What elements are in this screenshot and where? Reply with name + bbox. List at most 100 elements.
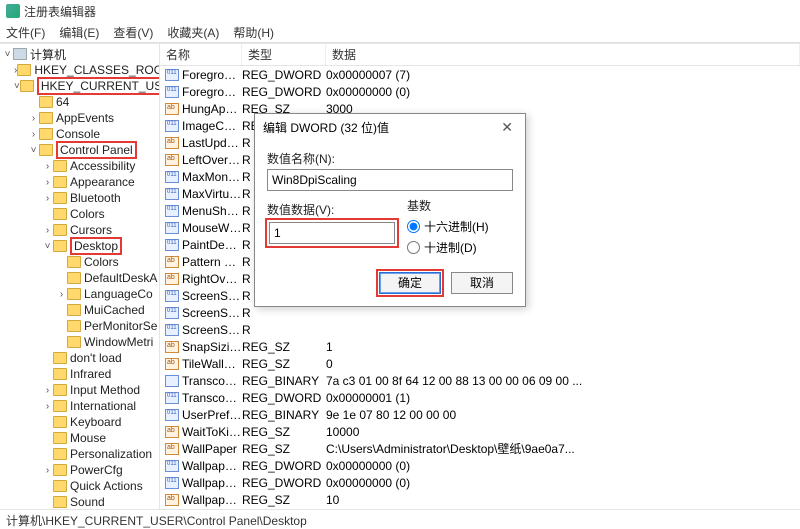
folder-icon <box>53 400 67 412</box>
value-name: UserPreferenc... <box>182 408 242 422</box>
dword-icon <box>165 86 179 98</box>
folder-icon <box>67 320 81 332</box>
tree-item[interactable]: Cursors <box>70 223 112 237</box>
tree-control-panel[interactable]: Control Panel <box>56 141 137 159</box>
expander-icon[interactable]: › <box>42 465 53 476</box>
cancel-button[interactable]: 取消 <box>451 272 513 294</box>
tree-item[interactable]: don't load <box>70 351 122 365</box>
expander-icon[interactable]: ˅ <box>28 145 39 156</box>
tree-item[interactable]: Colors <box>70 207 105 221</box>
string-icon <box>165 137 179 149</box>
radio-hex[interactable] <box>407 220 420 233</box>
tree-item[interactable]: Accessibility <box>70 159 135 173</box>
expander-icon[interactable]: › <box>28 129 39 140</box>
folder-icon <box>53 240 67 252</box>
table-row[interactable]: WallpaperOri...REG_DWORD0x00000000 (0) <box>160 474 800 491</box>
folder-icon <box>67 288 81 300</box>
menu-favorites[interactable]: 收藏夹(A) <box>167 24 219 41</box>
value-name: TileWallpaper <box>182 357 242 371</box>
folder-icon <box>67 256 81 268</box>
expander-icon[interactable]: › <box>42 385 53 396</box>
folder-icon <box>53 464 67 476</box>
string-icon <box>165 494 179 506</box>
table-row[interactable]: ForegroundLo...REG_DWORD0x00000000 (0) <box>160 83 800 100</box>
tree-item[interactable]: Mouse <box>70 431 106 445</box>
expander-icon[interactable]: › <box>42 161 53 172</box>
value-data: 0x00000000 (0) <box>326 85 800 99</box>
expander-icon[interactable]: › <box>42 193 53 204</box>
table-row[interactable]: ForegroundFla...REG_DWORD0x00000007 (7) <box>160 66 800 83</box>
value-name: TranscodedIm... <box>182 391 242 405</box>
value-type: REG_BINARY <box>242 408 326 422</box>
col-name[interactable]: 名称 <box>160 44 242 65</box>
expander-icon[interactable]: › <box>42 225 53 236</box>
menu-file[interactable]: 文件(F) <box>6 24 45 41</box>
expander-icon[interactable]: ˅ <box>42 241 53 252</box>
value-name: MouseWheelR... <box>182 221 242 235</box>
folder-icon <box>53 480 67 492</box>
value-name: MaxMonitorDi... <box>182 170 242 184</box>
tree-item[interactable]: Personalization <box>70 447 152 461</box>
tree-item[interactable]: PerMonitorSe <box>84 319 157 333</box>
tree-hkcu[interactable]: HKEY_CURRENT_USER <box>37 77 160 95</box>
radio-dec[interactable] <box>407 241 420 254</box>
table-row[interactable]: WallpaperOri...REG_DWORD0x00000000 (0) <box>160 457 800 474</box>
table-row[interactable]: UserPreferenc...REG_BINARY9e 1e 07 80 12… <box>160 406 800 423</box>
table-row[interactable]: ScreenSaveTi...R <box>160 321 800 338</box>
value-name: ImageColor <box>182 119 242 133</box>
dword-icon <box>165 324 179 336</box>
list-header: 名称 类型 数据 <box>160 44 800 66</box>
close-icon[interactable]: ✕ <box>497 119 517 136</box>
tree-item[interactable]: Appearance <box>70 175 135 189</box>
table-row[interactable]: SnapSizingREG_SZ1 <box>160 338 800 355</box>
value-data-input[interactable] <box>269 222 395 244</box>
menu-view[interactable]: 查看(V) <box>113 24 153 41</box>
dword-icon <box>165 477 179 489</box>
value-name: ScreenSaveTi... <box>182 323 242 337</box>
value-name: WaitToKillAp... <box>182 425 242 439</box>
expander-icon[interactable]: › <box>28 113 39 124</box>
expander-icon[interactable]: ˅ <box>2 49 13 60</box>
tree-desktop[interactable]: Desktop <box>70 237 122 255</box>
value-type: REG_SZ <box>242 493 326 507</box>
table-row[interactable]: WallPaperREG_SZC:\Users\Administrator\De… <box>160 440 800 457</box>
col-type[interactable]: 类型 <box>242 44 326 65</box>
expander-icon[interactable]: › <box>42 401 53 412</box>
tree-item[interactable]: Input Method <box>70 383 140 397</box>
table-row[interactable]: WallpaperStyleREG_SZ10 <box>160 491 800 508</box>
menu-edit[interactable]: 编辑(E) <box>59 24 99 41</box>
tree-root[interactable]: 计算机 <box>30 46 66 63</box>
tree-item[interactable]: DefaultDeskA <box>84 271 157 285</box>
tree-item[interactable]: Colors <box>84 255 119 269</box>
table-row[interactable]: WaitToKillAp...REG_SZ10000 <box>160 423 800 440</box>
table-row[interactable]: TranscodedIm...REG_BINARY7a c3 01 00 8f … <box>160 372 800 389</box>
tree-item[interactable]: Quick Actions <box>70 479 143 493</box>
value-data: 0 <box>326 357 800 371</box>
tree-item[interactable]: Console <box>56 127 100 141</box>
tree-item[interactable]: International <box>70 399 136 413</box>
tree-item[interactable]: LanguageCo <box>84 287 153 301</box>
tree-item[interactable]: Sound <box>70 495 105 509</box>
tree-item[interactable]: AppEvents <box>56 111 114 125</box>
tree-item[interactable]: 64 <box>56 95 69 109</box>
table-row[interactable]: TranscodedIm...REG_DWORD0x00000001 (1) <box>160 389 800 406</box>
tree-item[interactable]: WindowMetri <box>84 335 153 349</box>
tree-hkcr[interactable]: HKEY_CLASSES_ROOT <box>34 63 160 77</box>
ok-button[interactable]: 确定 <box>379 272 441 294</box>
dword-icon <box>165 290 179 302</box>
table-row[interactable]: TileWallpaperREG_SZ0 <box>160 355 800 372</box>
tree-item[interactable]: PowerCfg <box>70 463 123 477</box>
expander-icon[interactable]: ˅ <box>14 81 20 92</box>
registry-tree[interactable]: ˅ 计算机 › HKEY_CLASSES_ROOT ˅ HKEY_CURRENT_US… <box>0 44 160 509</box>
value-name-input[interactable] <box>267 169 513 191</box>
expander-icon[interactable]: › <box>56 289 67 300</box>
value-name-label: 数值名称(N): <box>267 150 513 167</box>
tree-item[interactable]: MuiCached <box>84 303 145 317</box>
menu-help[interactable]: 帮助(H) <box>233 24 274 41</box>
tree-item[interactable]: Keyboard <box>70 415 121 429</box>
tree-item[interactable]: Bluetooth <box>70 191 121 205</box>
col-data[interactable]: 数据 <box>326 44 800 65</box>
expander-icon[interactable]: › <box>42 177 53 188</box>
tree-item[interactable]: Infrared <box>70 367 111 381</box>
folder-icon <box>67 336 81 348</box>
